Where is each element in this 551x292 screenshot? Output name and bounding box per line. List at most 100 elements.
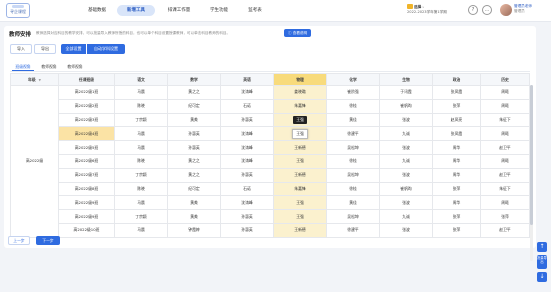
nav-tab-student[interactable]: 学生功能 bbox=[202, 5, 236, 16]
teacher-cell-chemistry[interactable]: 吴松坤 bbox=[326, 140, 380, 155]
teacher-cell-chemistry[interactable]: 崔阶强 bbox=[326, 85, 380, 100]
filter-icon[interactable]: ▼ bbox=[39, 78, 41, 82]
all-settings-button[interactable]: 全部设置 bbox=[61, 44, 86, 54]
import-button[interactable]: 导入 bbox=[10, 44, 32, 54]
teacher-cell-physics[interactable]: 姜晓璐 bbox=[273, 85, 327, 100]
teacher-cell-history[interactable]: 周曦 bbox=[480, 153, 530, 169]
class-cell[interactable]: 高2022级3班 bbox=[58, 112, 115, 128]
teacher-cell-history[interactable]: 朱征下 bbox=[480, 181, 530, 197]
help-icon[interactable]: ? bbox=[468, 5, 478, 15]
class-cell[interactable]: 高2022级7班 bbox=[58, 167, 115, 183]
teacher-cell-politics[interactable]: 张萍 bbox=[432, 209, 481, 224]
back-to-top-button[interactable]: ↑ bbox=[537, 242, 547, 252]
teacher-cell-english[interactable]: 沈涛峰 bbox=[220, 126, 274, 142]
teacher-cell-physics[interactable]: 王新德 bbox=[273, 140, 327, 155]
teacher-cell-physics[interactable]: 朱嘉锋 bbox=[273, 98, 327, 114]
teacher-cell-english[interactable]: 沈涛峰 bbox=[220, 153, 274, 169]
avatar[interactable] bbox=[500, 4, 512, 16]
teacher-cell-biology[interactable]: 崔帆昀 bbox=[379, 98, 433, 114]
teacher-cell-math[interactable]: 钟霞婷 bbox=[167, 222, 221, 238]
class-cell[interactable]: 高2022级2班 bbox=[58, 98, 115, 114]
teacher-cell-chinese[interactable]: 陈晓 bbox=[114, 153, 168, 169]
tab-teacher-view-2[interactable]: 教师视角 bbox=[64, 62, 86, 71]
teacher-cell-history[interactable]: 周曦 bbox=[480, 195, 530, 211]
teacher-cell-history[interactable]: 周曦 bbox=[480, 126, 530, 142]
teacher-cell-chinese[interactable]: 马晨 bbox=[114, 222, 168, 238]
class-cell[interactable]: 高2022级9班 bbox=[58, 195, 115, 211]
teacher-cell-math[interactable]: 黄美 bbox=[167, 112, 221, 128]
class-cell[interactable]: 高2022级10班 bbox=[58, 222, 115, 238]
tab-class-view[interactable]: 班级视角 bbox=[12, 62, 34, 71]
teacher-cell-chemistry[interactable]: 徐桂 bbox=[326, 98, 380, 114]
teacher-cell-chemistry[interactable]: 徐建平 bbox=[326, 222, 380, 238]
teacher-cell-biology[interactable]: 张波 bbox=[379, 112, 433, 128]
class-cell[interactable]: 高2022级4班 bbox=[58, 126, 115, 142]
prev-step-button[interactable]: 上一步 bbox=[8, 236, 30, 245]
teacher-cell-chemistry[interactable]: 黄佳 bbox=[326, 112, 380, 128]
teacher-cell-english[interactable]: 孙惠英 bbox=[220, 167, 274, 183]
teacher-cell-biology[interactable]: 崔帆昀 bbox=[379, 181, 433, 197]
nav-tab-basic-data[interactable]: 基础数据 bbox=[82, 5, 112, 16]
class-cell[interactable]: 高2022级1班 bbox=[58, 85, 115, 100]
teacher-cell-chinese[interactable]: 马晨 bbox=[114, 140, 168, 155]
teacher-cell-chinese[interactable]: 陈晓 bbox=[114, 98, 168, 114]
teacher-cell-math[interactable]: 纪可定 bbox=[167, 181, 221, 197]
teacher-cell-politics[interactable]: 张萍 bbox=[432, 181, 481, 197]
app-logo[interactable]: 寻企课程 bbox=[6, 3, 30, 18]
next-step-button[interactable]: 下一步 bbox=[36, 236, 60, 245]
teacher-cell-physics[interactable]: 王新德 bbox=[273, 167, 327, 183]
teacher-cell-biology[interactable]: 九诚 bbox=[379, 209, 433, 224]
teacher-cell-history[interactable]: 周曦 bbox=[480, 98, 530, 114]
teacher-cell-biology[interactable]: 九诚 bbox=[379, 126, 433, 142]
teacher-cell-chemistry[interactable]: 徐桂 bbox=[326, 181, 380, 197]
teacher-cell-chinese[interactable]: 马晨 bbox=[114, 85, 168, 100]
download-button[interactable]: ↓ bbox=[537, 272, 547, 282]
teacher-cell-chemistry[interactable]: 吴松坤 bbox=[326, 167, 380, 183]
teacher-cell-physics[interactable]: 王强 bbox=[273, 126, 327, 142]
teacher-cell-biology[interactable]: 张波 bbox=[379, 222, 433, 238]
teacher-cell-politics[interactable]: 张萍 bbox=[432, 98, 481, 114]
teacher-cell-physics[interactable]: 朱嘉锋 bbox=[273, 181, 327, 197]
teacher-cell-history[interactable]: 赵卫平 bbox=[480, 140, 530, 155]
column-header-grade[interactable]: 年级 ▼ bbox=[10, 73, 59, 86]
teacher-cell-math[interactable]: 黄之之 bbox=[167, 153, 221, 169]
teacher-cell-math[interactable]: 黄美 bbox=[167, 195, 221, 211]
message-icon[interactable]: … bbox=[482, 5, 492, 15]
copy-settings-button[interactable]: 自动学科设置 bbox=[87, 44, 125, 54]
nav-tab-exam[interactable]: 监考表 bbox=[240, 5, 270, 16]
vertical-scrollbar[interactable] bbox=[530, 85, 533, 261]
teacher-cell-math[interactable]: 孙惠英 bbox=[167, 126, 221, 142]
nav-tab-workload[interactable]: 排课工作量 bbox=[160, 5, 198, 16]
teacher-cell-history[interactable]: 赵卫平 bbox=[480, 222, 530, 238]
cell-editor-input[interactable]: 王强 bbox=[292, 128, 308, 139]
class-cell[interactable]: 高2022级8班 bbox=[58, 181, 115, 197]
teacher-cell-math[interactable]: 纪可定 bbox=[167, 98, 221, 114]
teacher-cell-politics[interactable]: 周华 bbox=[432, 140, 481, 155]
teacher-cell-chinese[interactable]: 丁宗颖 bbox=[114, 112, 168, 128]
teacher-cell-english[interactable]: 沈涛峰 bbox=[220, 140, 274, 155]
teacher-cell-math[interactable]: 黄之之 bbox=[167, 167, 221, 183]
class-cell[interactable]: 高2022级5班 bbox=[58, 140, 115, 155]
teacher-cell-politics[interactable]: 张萍 bbox=[432, 222, 481, 238]
teacher-cell-biology[interactable]: 张波 bbox=[379, 140, 433, 155]
teacher-cell-biology[interactable]: 九诚 bbox=[379, 153, 433, 169]
teacher-cell-math[interactable]: 孙惠英 bbox=[167, 140, 221, 155]
class-cell[interactable]: 高2022级6班 bbox=[58, 153, 115, 169]
teacher-cell-history[interactable]: 张萍 bbox=[480, 209, 530, 224]
batch-export-button[interactable]: 批量导出 bbox=[537, 255, 547, 269]
teacher-cell-history[interactable]: 周曦 bbox=[480, 85, 530, 100]
export-button[interactable]: 导出 bbox=[34, 44, 56, 54]
teacher-cell-politics[interactable]: 赵凤亮 bbox=[432, 112, 481, 128]
teacher-cell-chemistry[interactable]: 徐桂 bbox=[326, 153, 380, 169]
teacher-cell-history[interactable]: 赵卫平 bbox=[480, 167, 530, 183]
teacher-cell-biology[interactable]: 于讯霞 bbox=[379, 85, 433, 100]
teacher-cell-english[interactable]: 孙惠英 bbox=[220, 222, 274, 238]
teacher-cell-biology[interactable]: 张波 bbox=[379, 195, 433, 211]
teacher-cell-chinese[interactable]: 丁宗颖 bbox=[114, 167, 168, 183]
term-selector[interactable]: 选择 v 2022-2023学年第1学期 bbox=[407, 4, 447, 15]
teacher-cell-physics[interactable]: 王强 bbox=[273, 209, 327, 224]
view-instructions-button[interactable]: ⓘ 查看说明 bbox=[284, 29, 312, 37]
teacher-cell-politics[interactable]: 张凤霞 bbox=[432, 126, 481, 142]
teacher-cell-chinese[interactable]: 马晨 bbox=[114, 126, 168, 142]
teacher-cell-history[interactable]: 朱征下 bbox=[480, 112, 530, 128]
